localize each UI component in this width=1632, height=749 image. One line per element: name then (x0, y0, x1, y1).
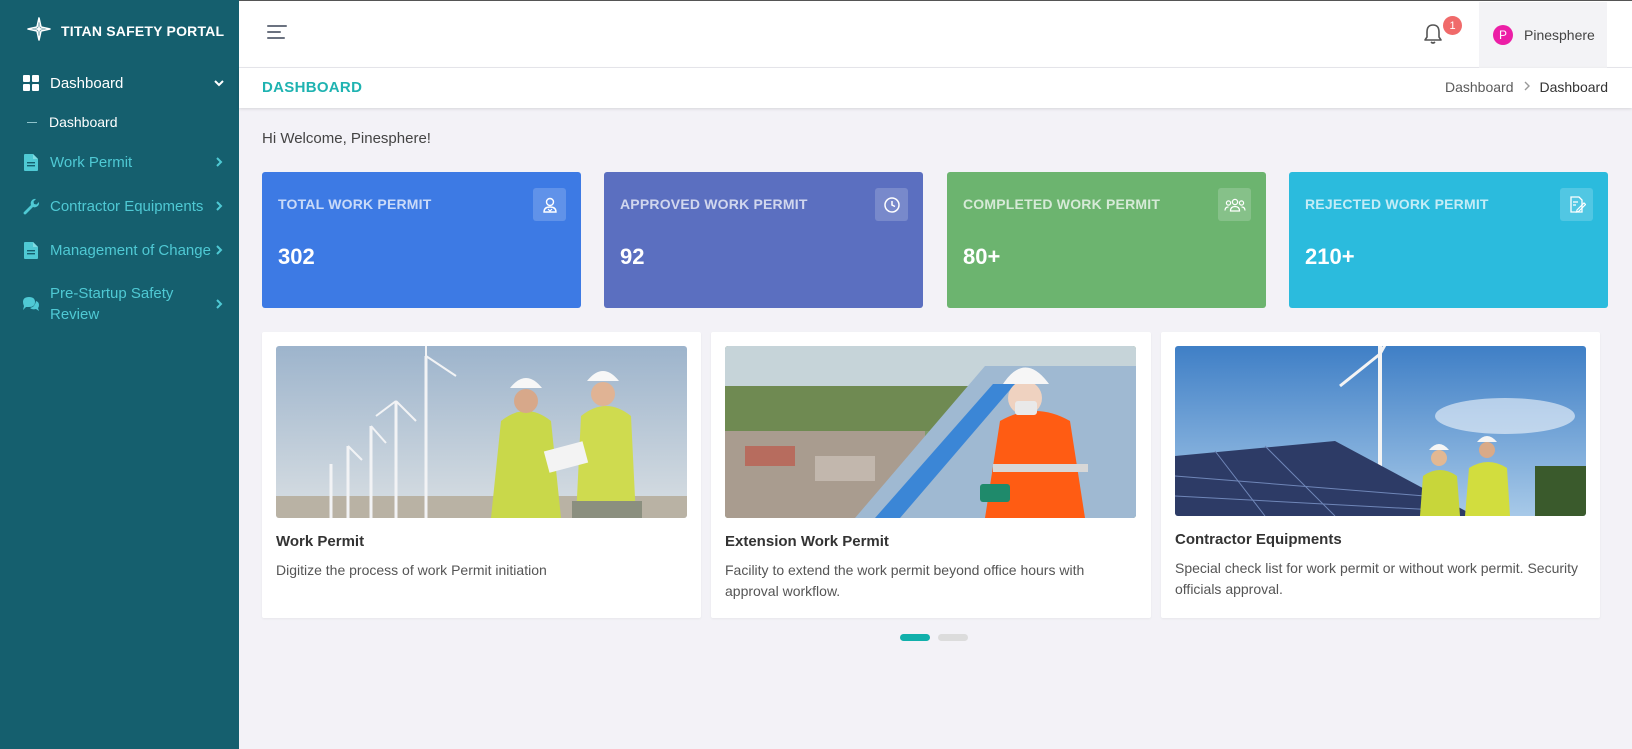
chat-icon (22, 295, 40, 313)
breadcrumb-link[interactable]: Dashboard (1445, 79, 1514, 95)
document-icon (22, 241, 40, 259)
user-name: Pinesphere (1524, 27, 1595, 43)
sidebar-item-label: Work Permit (50, 153, 133, 171)
breadcrumb: Dashboard Dashboard (1445, 79, 1608, 95)
chevron-right-icon (213, 244, 225, 256)
stat-label: TOTAL WORK PERMIT (278, 196, 432, 212)
feature-description: Special check list for work permit or wi… (1175, 560, 1579, 597)
stat-label: COMPLETED WORK PERMIT (963, 196, 1161, 212)
feature-image-solar-technician (725, 346, 1136, 518)
sidebar-subitem-dashboard[interactable]: Dashboard (0, 104, 239, 140)
chevron-right-icon (213, 298, 225, 310)
user-menu[interactable]: P Pinesphere (1479, 2, 1607, 68)
stat-card-completed[interactable]: COMPLETED WORK PERMIT 80+ (947, 172, 1266, 308)
stat-card-approved[interactable]: APPROVED WORK PERMIT 92 (604, 172, 923, 308)
sidebar-item-contractor-equipments[interactable]: Contractor Equipments (0, 184, 239, 228)
carousel-dot-1[interactable] (900, 634, 930, 641)
chevron-right-icon (213, 200, 225, 212)
feature-card-work-permit[interactable]: Work Permit Digitize the process of work… (262, 332, 701, 618)
chevron-right-icon (213, 156, 225, 168)
feature-image-wind-farm-engineers (276, 346, 687, 518)
stat-card-rejected[interactable]: REJECTED WORK PERMIT 210+ (1289, 172, 1608, 308)
sidebar: TITAN SAFETY PORTAL Dashboard Dashboard … (0, 0, 239, 749)
feature-card-contractor-equipments[interactable]: Contractor Equipments Special check list… (1161, 332, 1600, 618)
document-icon (22, 153, 40, 171)
dash-icon (27, 121, 37, 123)
stat-card-total[interactable]: TOTAL WORK PERMIT 302 (262, 172, 581, 308)
sidebar-item-dashboard[interactable]: Dashboard (0, 62, 239, 104)
breadcrumb-current: Dashboard (1539, 79, 1609, 95)
edit-document-icon (1560, 188, 1593, 221)
sidebar-item-management-of-change[interactable]: Management of Change (0, 228, 239, 272)
team-icon (1218, 188, 1251, 221)
feature-title: Extension Work Permit (725, 533, 889, 550)
sidebar-item-pre-startup-safety-review[interactable]: Pre-Startup Safety Review (0, 272, 239, 336)
carousel-pagination (900, 634, 968, 641)
stat-value: 92 (620, 244, 645, 269)
brand[interactable]: TITAN SAFETY PORTAL (0, 0, 239, 62)
top-bar: 1 P Pinesphere (239, 0, 1632, 68)
notification-badge: 1 (1443, 16, 1462, 35)
page-title-bar: DASHBOARD Dashboard Dashboard (239, 68, 1632, 108)
sidebar-item-work-permit[interactable]: Work Permit (0, 140, 239, 184)
brand-title: TITAN SAFETY PORTAL (61, 23, 225, 39)
user-badge-icon (533, 188, 566, 221)
carousel-dot-2[interactable] (938, 634, 968, 641)
feature-description: Facility to extend the work permit beyon… (725, 562, 1085, 599)
sidebar-item-label: Pre-Startup Safety Review (50, 285, 174, 323)
stat-value: 210+ (1305, 244, 1355, 269)
welcome-message: Hi Welcome, Pinesphere! (262, 130, 431, 147)
bell-icon[interactable] (1423, 23, 1445, 47)
menu-toggle-icon[interactable] (267, 25, 289, 43)
feature-image-solar-field-workers (1175, 346, 1586, 516)
sidebar-subitem-label: Dashboard (49, 114, 118, 130)
sidebar-item-label: Dashboard (50, 74, 124, 92)
avatar: P (1493, 25, 1513, 45)
stat-label: APPROVED WORK PERMIT (620, 196, 808, 212)
sidebar-nav: Dashboard Dashboard Work Permit Contract… (0, 62, 239, 336)
feature-description: Digitize the process of work Permit init… (276, 562, 547, 578)
chevron-down-icon (213, 77, 225, 89)
chevron-right-icon (1522, 80, 1532, 94)
stat-value: 302 (278, 244, 315, 269)
sidebar-item-label: Management of Change (50, 241, 211, 259)
page-title: DASHBOARD (262, 79, 363, 96)
feature-title: Contractor Equipments (1175, 531, 1342, 548)
clock-icon (875, 188, 908, 221)
feature-title: Work Permit (276, 533, 365, 550)
stat-value: 80+ (963, 244, 1001, 269)
logo-star-icon (27, 16, 51, 46)
grid-icon (22, 74, 40, 92)
sidebar-item-label: Contractor Equipments (50, 197, 204, 215)
feature-card-extension-work-permit[interactable]: Extension Work Permit Facility to extend… (711, 332, 1151, 618)
wrench-icon (22, 197, 40, 215)
stat-label: REJECTED WORK PERMIT (1305, 196, 1489, 212)
